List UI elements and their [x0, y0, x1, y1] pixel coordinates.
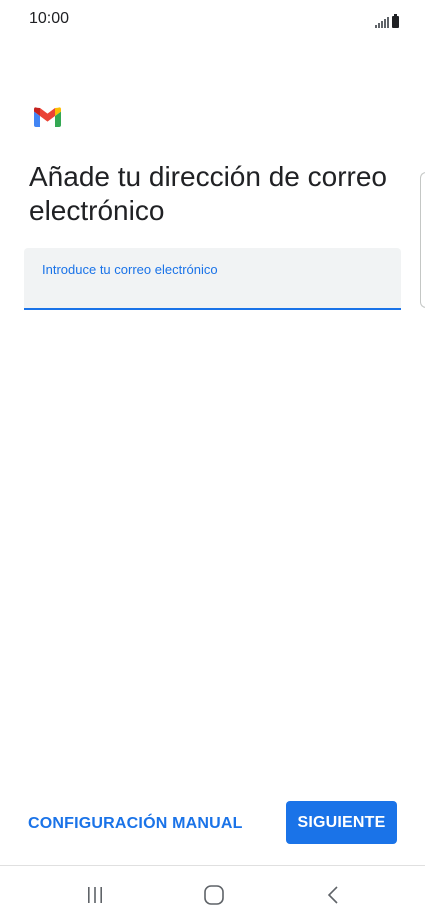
email-field-label: Introduce tu correo electrónico	[42, 262, 218, 277]
next-button[interactable]: SIGUIENTE	[286, 801, 397, 844]
email-field[interactable]: Introduce tu correo electrónico	[24, 248, 401, 310]
home-icon	[204, 885, 224, 905]
gmail-logo	[34, 107, 61, 127]
recents-button[interactable]	[75, 880, 115, 910]
status-icons	[375, 12, 399, 28]
status-bar: 10:00	[0, 0, 425, 40]
email-input[interactable]	[42, 280, 382, 302]
battery-icon	[392, 14, 399, 28]
back-icon	[327, 886, 338, 904]
home-button[interactable]	[194, 880, 234, 910]
navigation-bar	[0, 866, 425, 922]
page-title: Añade tu dirección de correo electrónico	[29, 161, 387, 226]
signal-icon	[375, 16, 389, 28]
status-time: 10:00	[29, 10, 70, 27]
manual-setup-button[interactable]: CONFIGURACIÓN MANUAL	[28, 812, 243, 836]
back-button[interactable]	[313, 880, 353, 910]
recents-icon	[88, 887, 102, 903]
edge-panel-handle[interactable]	[420, 172, 425, 308]
